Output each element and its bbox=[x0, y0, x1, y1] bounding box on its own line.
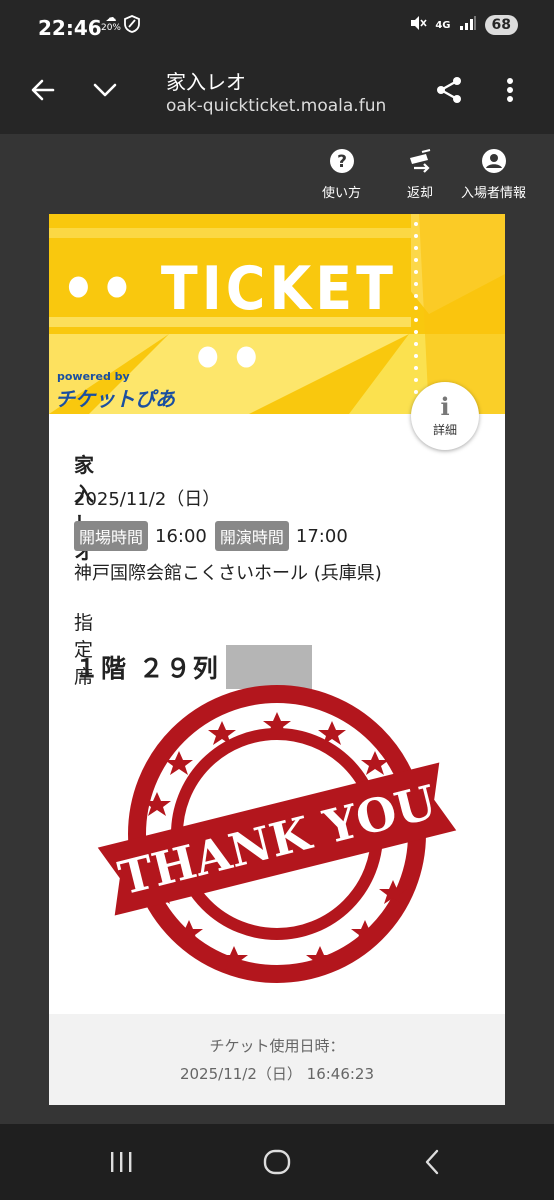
chevron-down-icon[interactable] bbox=[85, 70, 125, 110]
start-time: 17:00 bbox=[295, 525, 348, 547]
attendee-label: 入場者情報 bbox=[461, 186, 527, 201]
ticket-return-icon bbox=[410, 149, 431, 173]
return-label: 返却 bbox=[406, 186, 433, 201]
recent-apps-icon[interactable] bbox=[103, 1146, 139, 1178]
page-title: 家入レオ bbox=[166, 70, 246, 94]
mute-icon bbox=[409, 14, 427, 36]
logo-powered-by: powered by bbox=[57, 370, 130, 383]
logo-brand: チケットぴあ bbox=[55, 387, 175, 411]
data-saver-indicator: ☁ 20% bbox=[100, 11, 122, 33]
system-navigation-bar bbox=[0, 1124, 554, 1200]
event-date: 2025/11/2（日） bbox=[74, 489, 221, 510]
usage-footer: チケット使用日時： 2025/11/2（日） 16:46:23 bbox=[49, 1014, 505, 1105]
event-times: 開場時間 16:00 開演時間 17:00 bbox=[74, 521, 356, 551]
ticket-pia-logo: powered by チケットぴあ bbox=[55, 370, 175, 412]
info-icon: i bbox=[440, 391, 450, 421]
venue-name: 神戸国際会館こくさいホール (兵庫県) bbox=[74, 563, 382, 584]
start-time-tag: 開演時間 bbox=[214, 521, 289, 551]
account-circle-icon bbox=[481, 149, 506, 173]
data-saver-icon: ☁ bbox=[105, 11, 117, 24]
shield-icon bbox=[124, 15, 142, 35]
redacted-seat-number bbox=[225, 645, 312, 689]
help-label: 使い方 bbox=[322, 186, 362, 201]
seat-number: １階 ２９列 bbox=[74, 654, 220, 683]
help-icon: ? bbox=[329, 149, 354, 173]
more-options-icon[interactable] bbox=[490, 70, 530, 110]
return-button[interactable]: 返却 bbox=[406, 148, 434, 201]
svg-text:?: ? bbox=[337, 152, 347, 172]
usage-label: チケット使用日時： bbox=[209, 1037, 345, 1055]
status-bar: 22:46 ☁ 20% 4G 68 bbox=[0, 0, 554, 56]
status-time: 22:46 bbox=[38, 16, 102, 40]
ticket-card: •• TICKET •• powered by チケットぴあ i 詳細 家入レオ… bbox=[49, 214, 505, 1105]
back-icon[interactable] bbox=[414, 1146, 450, 1178]
signal-label: 4G bbox=[435, 19, 451, 31]
battery-indicator: 68 bbox=[484, 15, 518, 35]
seat-info: １階 ２９列 bbox=[74, 645, 312, 689]
help-button[interactable]: ? 使い方 bbox=[322, 148, 361, 201]
details-label: 詳細 bbox=[432, 422, 457, 437]
web-content: ? 使い方 返却 入場者情報 •• TICKET •• powered by チ… bbox=[0, 134, 554, 1124]
details-button[interactable]: i 詳細 bbox=[411, 382, 479, 450]
usage-datetime: 2025/11/2（日） 16:46:23 bbox=[179, 1065, 375, 1083]
page-url[interactable]: oak-quickticket.moala.fun bbox=[166, 96, 386, 116]
share-icon[interactable] bbox=[429, 70, 469, 110]
thank-you-stamp: THANK YOU bbox=[97, 685, 457, 983]
app-bar: 家入レオ oak-quickticket.moala.fun bbox=[0, 56, 554, 134]
attendee-info-button[interactable]: 入場者情報 bbox=[461, 148, 526, 201]
home-icon[interactable] bbox=[259, 1146, 295, 1178]
back-arrow-icon[interactable] bbox=[23, 70, 63, 110]
open-time: 16:00 bbox=[155, 525, 207, 547]
signal-icon bbox=[459, 15, 477, 35]
data-saver-percent: 20% bbox=[100, 23, 121, 33]
open-time-tag: 開場時間 bbox=[74, 521, 149, 551]
